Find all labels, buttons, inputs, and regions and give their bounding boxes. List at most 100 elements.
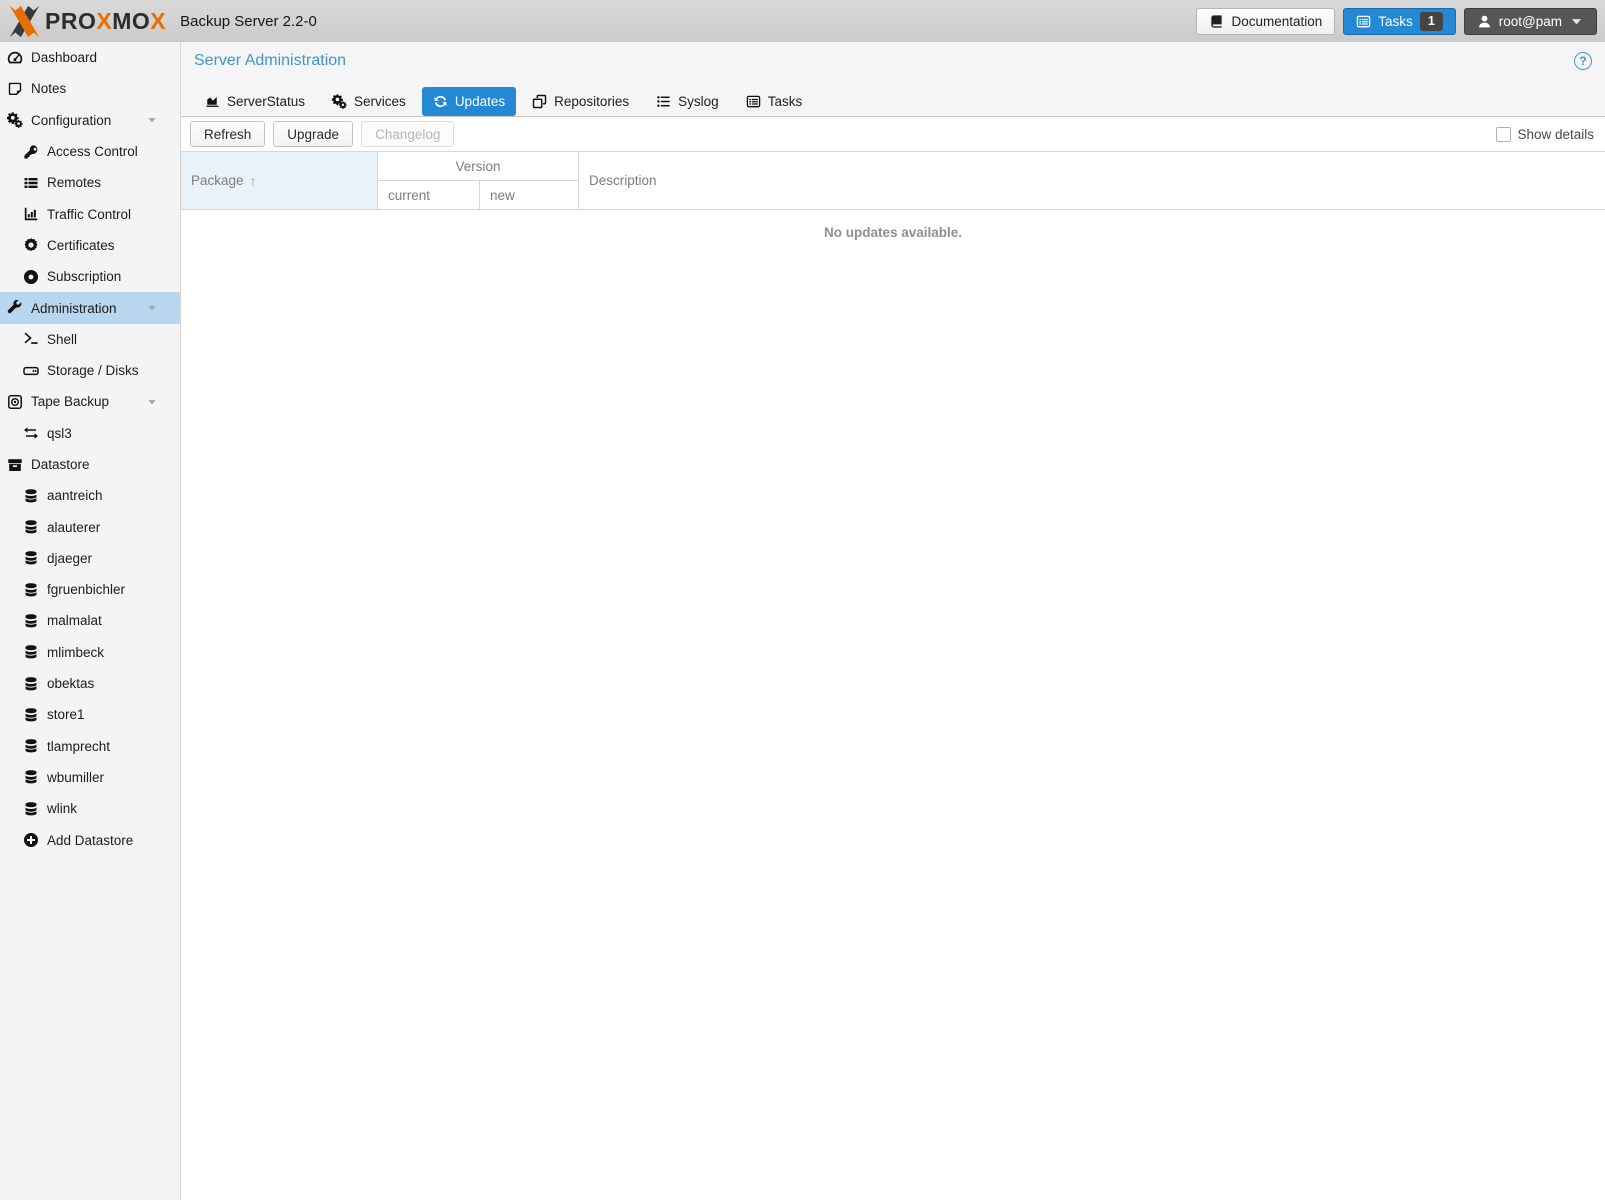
tab-serverstatus[interactable]: ServerStatus: [194, 87, 316, 116]
database-icon: [23, 738, 39, 754]
tasks-button[interactable]: Tasks 1: [1343, 8, 1455, 35]
chevron-down-icon[interactable]: [146, 302, 158, 314]
documentation-label: Documentation: [1231, 14, 1322, 29]
proxmox-wordmark: PROXMOX: [45, 8, 166, 35]
package-column-header[interactable]: Package ↑: [181, 152, 378, 209]
database-icon: [23, 582, 39, 598]
top-bar: PROXMOX Backup Server 2.2-0 Documentatio…: [0, 0, 1605, 42]
sidebar-item-storage-disks[interactable]: Storage / Disks: [0, 355, 180, 386]
show-details-label: Show details: [1517, 127, 1594, 142]
sidebar-item-add-datastore[interactable]: Add Datastore: [0, 824, 180, 855]
sidebar-item-label: Dashboard: [31, 50, 97, 65]
logo-segment: MO: [112, 8, 150, 34]
sidebar-item-alauterer[interactable]: alauterer: [0, 511, 180, 542]
version-column-group: Version current new: [378, 152, 579, 209]
content-header: Server Administration ? ServerStatusServ…: [181, 42, 1605, 117]
tab-label: Services: [354, 94, 406, 109]
certificate-icon: [23, 237, 39, 253]
tab-label: Updates: [455, 94, 505, 109]
tab-updates[interactable]: Updates: [422, 87, 516, 116]
refresh-button[interactable]: Refresh: [190, 121, 265, 147]
sidebar-item-djaeger[interactable]: djaeger: [0, 543, 180, 574]
sidebar-item-label: wbumiller: [47, 770, 104, 785]
sidebar-item-label: Storage / Disks: [47, 363, 139, 378]
upgrade-button[interactable]: Upgrade: [273, 121, 353, 147]
sidebar-item-configuration[interactable]: Configuration: [0, 105, 180, 136]
logo-segment: X: [96, 8, 112, 34]
user-menu-button[interactable]: root@pam: [1464, 8, 1597, 35]
current-header-label: current: [388, 188, 430, 203]
sidebar-item-wlink[interactable]: wlink: [0, 793, 180, 824]
sidebar-item-qsl3[interactable]: qsl3: [0, 418, 180, 449]
key-icon: [23, 144, 39, 160]
logo-segment: X: [150, 8, 166, 34]
sidebar-item-shell[interactable]: Shell: [0, 324, 180, 355]
sidebar-item-label: alauterer: [47, 520, 100, 535]
version-header-label: Version: [455, 159, 500, 174]
show-details-toggle[interactable]: Show details: [1496, 127, 1594, 142]
current-column-header[interactable]: current: [378, 181, 480, 209]
tab-label: Syslog: [678, 94, 719, 109]
sidebar-item-tlamprecht[interactable]: tlamprecht: [0, 731, 180, 762]
chevron-down-icon[interactable]: [146, 396, 158, 408]
sidebar-item-label: Notes: [31, 81, 66, 96]
sidebar-item-notes[interactable]: Notes: [0, 73, 180, 104]
description-column-header[interactable]: Description: [579, 152, 1605, 209]
sort-ascending-icon: ↑: [250, 173, 257, 189]
refresh-icon: [433, 94, 448, 109]
description-header-label: Description: [589, 173, 657, 188]
sidebar-item-obektas[interactable]: obektas: [0, 668, 180, 699]
logo-segment: PRO: [45, 8, 96, 34]
sidebar-item-label: Access Control: [47, 144, 138, 159]
chart-area-icon: [205, 94, 220, 109]
sidebar-item-label: mlimbeck: [47, 645, 104, 660]
sidebar-item-certificates[interactable]: Certificates: [0, 230, 180, 261]
database-icon: [23, 488, 39, 504]
archive-icon: [7, 457, 23, 473]
sidebar-item-subscription[interactable]: Subscription: [0, 261, 180, 292]
life-ring-icon: [23, 269, 39, 285]
sidebar-item-traffic-control[interactable]: Traffic Control: [0, 198, 180, 229]
product-title: Backup Server 2.2-0: [180, 13, 317, 30]
sidebar-item-malmalat[interactable]: malmalat: [0, 605, 180, 636]
sidebar-item-wbumiller[interactable]: wbumiller: [0, 762, 180, 793]
tab-tasks[interactable]: Tasks: [735, 87, 814, 116]
help-icon[interactable]: ?: [1574, 52, 1592, 70]
version-group-header[interactable]: Version: [378, 152, 578, 181]
database-icon: [23, 769, 39, 785]
sidebar-item-dashboard[interactable]: Dashboard: [0, 42, 180, 73]
sidebar-item-aantreich[interactable]: aantreich: [0, 480, 180, 511]
sidebar-item-fgruenbichler[interactable]: fgruenbichler: [0, 574, 180, 605]
database-icon: [23, 644, 39, 660]
tab-label: ServerStatus: [227, 94, 305, 109]
user-icon: [1477, 14, 1492, 29]
new-column-header[interactable]: new: [480, 181, 578, 209]
sidebar-item-remotes[interactable]: Remotes: [0, 167, 180, 198]
tab-syslog[interactable]: Syslog: [645, 87, 730, 116]
sidebar-item-label: Tape Backup: [31, 394, 109, 409]
sidebar-item-mlimbeck[interactable]: mlimbeck: [0, 637, 180, 668]
chevron-down-icon[interactable]: [146, 114, 158, 126]
database-icon: [23, 519, 39, 535]
plus-circle-icon: [23, 832, 39, 848]
sidebar-item-administration[interactable]: Administration: [0, 292, 180, 323]
user-label: root@pam: [1499, 14, 1562, 29]
sidebar-item-datastore[interactable]: Datastore: [0, 449, 180, 480]
tab-services[interactable]: Services: [321, 87, 417, 116]
sidebar-item-tape-backup[interactable]: Tape Backup: [0, 386, 180, 417]
tab-repositories[interactable]: Repositories: [521, 87, 640, 116]
database-icon: [23, 676, 39, 692]
sidebar-item-store1[interactable]: store1: [0, 699, 180, 730]
tab-label: Repositories: [554, 94, 629, 109]
note-icon: [7, 81, 23, 97]
documentation-button[interactable]: Documentation: [1196, 8, 1335, 35]
sidebar-item-label: Configuration: [31, 113, 111, 128]
sidebar-item-access-control[interactable]: Access Control: [0, 136, 180, 167]
sidebar: Dashboard Notes Configuration Access Contro…: [0, 42, 181, 1200]
sidebar-item-label: Certificates: [47, 238, 115, 253]
sidebar-item-label: qsl3: [47, 426, 72, 441]
sidebar-item-label: Remotes: [47, 175, 101, 190]
chevron-down-icon: [1569, 14, 1584, 29]
chart-bars-icon: [23, 206, 39, 222]
show-details-checkbox[interactable]: [1496, 127, 1511, 142]
